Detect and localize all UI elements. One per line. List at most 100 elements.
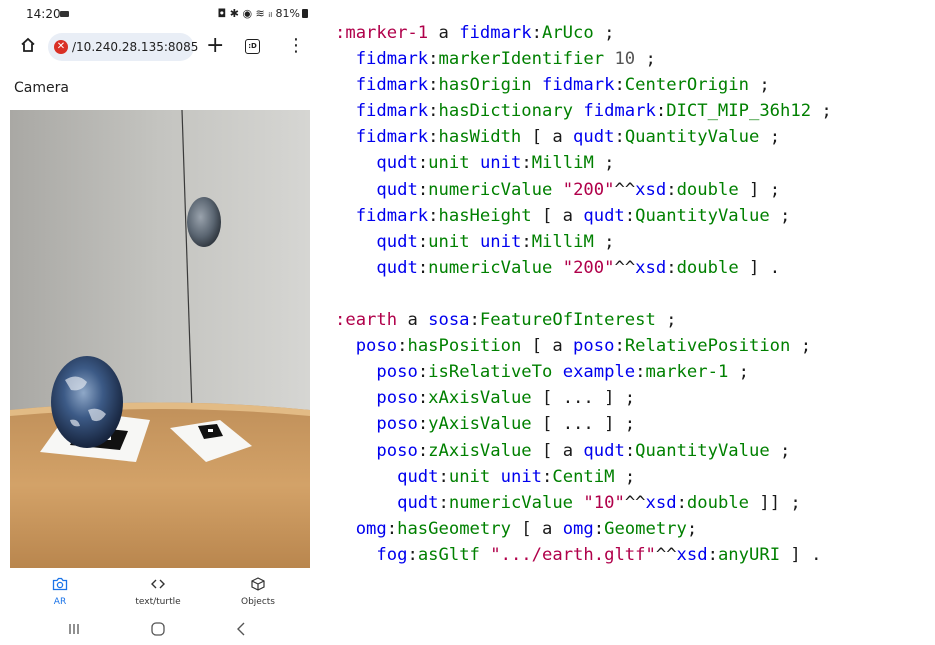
code-token: isRelativeTo (428, 362, 553, 383)
code-token: ; (593, 23, 615, 43)
code-token: poso (376, 440, 418, 461)
cube-icon (251, 577, 265, 591)
code-token: xsd (645, 492, 677, 513)
code-token: unit (479, 231, 522, 252)
code-token: xsd (635, 257, 667, 278)
code-token: : (542, 466, 553, 487)
code-token: fidmark (355, 127, 429, 148)
address-bar[interactable]: ✕ /10.240.28.135:8085 (48, 33, 198, 61)
home-icon[interactable] (20, 37, 36, 53)
nav-objects[interactable]: Objects (218, 576, 298, 607)
code-token: hasWidth (438, 127, 522, 148)
new-tab-button[interactable]: + (206, 32, 224, 60)
code-token: ; (614, 466, 636, 487)
code-token: : (666, 257, 677, 278)
code-token: ; (790, 336, 812, 357)
system-navigation-bar (0, 612, 320, 645)
code-token: a (438, 23, 460, 43)
recents-icon[interactable] (62, 620, 86, 638)
code-line: qudt:numericValue "10"^^xsd:double ]] ; (335, 490, 935, 516)
code-token: : (417, 257, 429, 278)
code-token: : (428, 205, 439, 226)
code-token: : (438, 492, 449, 513)
tab-switcher-button[interactable]: :D (245, 39, 260, 54)
code-token: ] . (738, 257, 781, 278)
code-token: qudt (583, 440, 625, 461)
code-token: poso (376, 388, 418, 409)
code-icon (151, 579, 165, 589)
code-token: : (614, 127, 625, 148)
code-token: ]] ; (749, 492, 801, 513)
code-token: "200" (562, 257, 615, 278)
home-button-icon[interactable] (146, 620, 170, 638)
code-token: : (593, 518, 605, 539)
code-token: : (521, 231, 532, 252)
code-token: ; (593, 231, 615, 252)
code-token: numericValue (428, 257, 553, 278)
code-token: ^^ (624, 492, 646, 513)
code-line: qudt:numericValue "200"^^xsd:double ] . (335, 255, 935, 281)
code-token: sosa (428, 310, 470, 331)
code-token: DICT_MIP_36h12 (666, 101, 812, 122)
code-token: [ a (521, 127, 574, 148)
table (10, 402, 310, 568)
code-token: : (417, 388, 429, 409)
code-token: : (428, 127, 439, 148)
camera-view[interactable] (10, 110, 310, 568)
code-token: ] . (780, 544, 822, 565)
code-token: unit (428, 231, 470, 252)
code-token: ; (728, 362, 750, 383)
code-token: MilliM (531, 153, 594, 174)
code-token: ; (593, 153, 615, 174)
nav-text-turtle[interactable]: text/turtle (118, 576, 198, 607)
code-token: "10" (583, 492, 625, 513)
code-token: ArUco (541, 23, 594, 43)
code-line: fidmark:hasHeight [ a qudt:QuantityValue… (335, 203, 935, 229)
camera-icon (52, 577, 68, 591)
nav-ar[interactable]: AR (20, 576, 100, 607)
bottom-navigation: AR text/turtle Objects (0, 572, 320, 612)
code-line: fidmark:hasDictionary fidmark:DICT_MIP_3… (335, 98, 935, 124)
code-token: [ a (531, 440, 584, 461)
code-token: xsd (676, 544, 708, 565)
code-line: :earth a sosa:FeatureOfInterest ; (335, 307, 935, 333)
code-token: yAxisValue (428, 414, 532, 435)
not-secure-icon[interactable]: ✕ (54, 40, 68, 54)
code-token: : (417, 362, 429, 383)
code-line: qudt:unit unit:MilliM ; (335, 150, 935, 176)
code-token: unit (500, 466, 543, 487)
code-token: hasOrigin (438, 75, 532, 96)
video-icon (60, 11, 69, 17)
code-line: :marker-1 a fidmark:ArUco ; (335, 20, 935, 46)
code-token: : (655, 101, 667, 122)
code-token: zAxisValue (428, 440, 532, 461)
code-line: fidmark:hasWidth [ a qudt:QuantityValue … (335, 124, 935, 150)
code-line: poso:zAxisValue [ a qudt:QuantityValue ; (335, 438, 935, 464)
code-token: : (521, 153, 532, 174)
battery-icon (302, 9, 308, 18)
code-token: poso (573, 336, 615, 357)
code-token: : (417, 153, 429, 174)
code-token: "200" (562, 179, 615, 200)
code-token: : (469, 310, 480, 331)
url-text[interactable]: /10.240.28.135:8085 (72, 40, 198, 54)
code-line: fidmark:hasOrigin fidmark:CenterOrigin ; (335, 72, 935, 98)
code-token: ; (748, 75, 770, 96)
status-bar: 14:20 ◘ ✱ ◉ ≋ ᵢₗ 81% (0, 0, 320, 26)
code-token: fidmark (459, 23, 532, 43)
more-menu-icon[interactable]: ⋮ (287, 34, 305, 58)
back-icon[interactable] (230, 620, 254, 638)
code-token: unit (448, 466, 491, 487)
code-token: double (676, 257, 739, 278)
